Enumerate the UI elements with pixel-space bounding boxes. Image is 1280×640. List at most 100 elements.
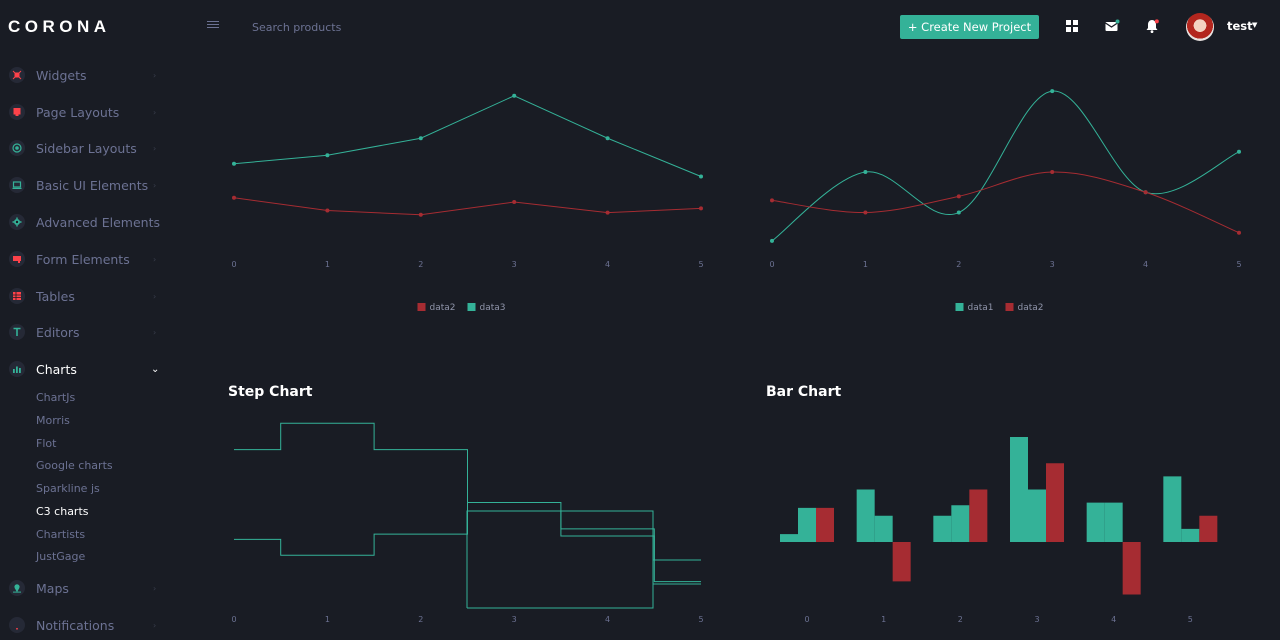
- submenu-item-c3-charts[interactable]: C3 charts: [36, 505, 89, 518]
- avatar[interactable]: [1186, 13, 1214, 41]
- sidebar-item-form-elements[interactable]: Form Elements ›: [0, 244, 170, 274]
- sidebar-item-label: Page Layouts: [36, 104, 120, 120]
- data-point-data2: [325, 208, 330, 213]
- legend-swatch: [467, 303, 476, 311]
- sidebar-item-label: Editors: [36, 324, 80, 340]
- sidebar-item-editors[interactable]: Editors ›: [0, 317, 170, 347]
- data-point-data3: [418, 136, 423, 141]
- submenu-item-chartjs[interactable]: ChartJs: [36, 391, 75, 404]
- spline-chart: 0 1 2 3 4 5 data1 data2: [769, 89, 1242, 313]
- app-root: CORONA Widgets › Page Layouts › Sidebar Layo…: [0, 0, 1280, 640]
- sidebar-item-maps[interactable]: Maps ›: [0, 573, 170, 603]
- legend-swatch: [417, 303, 426, 311]
- sidebar-item-label: Maps: [36, 580, 69, 596]
- chevron-down-icon: ⌄: [151, 363, 160, 375]
- data-point-data3: [605, 136, 610, 141]
- bar-data3: [874, 515, 893, 542]
- bar-data2: [1199, 515, 1218, 542]
- submenu-item-sparkline-js[interactable]: Sparkline js: [36, 482, 100, 495]
- sidebar-item-notifications[interactable]: Notifications ›: [0, 610, 170, 640]
- x-tick-label: 2: [418, 615, 423, 624]
- data-point-data2: [863, 210, 868, 215]
- bar-data2: [1122, 542, 1141, 595]
- submenu-item-flot[interactable]: Flot: [36, 437, 56, 450]
- x-tick-label: 1: [863, 260, 868, 269]
- bar-data1: [933, 515, 952, 542]
- x-tick-label: 1: [325, 615, 330, 624]
- step-line-tail: [653, 559, 701, 585]
- bar-data1: [1086, 502, 1105, 542]
- bar-data1: [1010, 437, 1028, 542]
- x-tick-label: 0: [231, 260, 236, 269]
- sidebar-item-basic-ui-elements[interactable]: Basic UI Elements ›: [0, 170, 170, 200]
- x-tick-label: 0: [769, 260, 774, 269]
- menu-toggle-button[interactable]: [207, 21, 219, 33]
- chevron-right-icon: ›: [153, 620, 157, 630]
- bar-data2: [1046, 463, 1064, 542]
- x-tick-label: 5: [1236, 260, 1241, 269]
- sidebar-item-widgets[interactable]: Widgets ›: [0, 60, 170, 90]
- sidebar-item-tables[interactable]: Tables ›: [0, 281, 170, 311]
- menu-icon-line: [207, 21, 219, 22]
- data-point-data2: [1237, 230, 1241, 235]
- user-name[interactable]: test: [1227, 19, 1253, 33]
- chevron-right-icon: ›: [153, 70, 157, 80]
- x-tick-label: 1: [881, 615, 886, 624]
- series-line-data1: [771, 90, 1240, 242]
- x-tick-label: 5: [698, 615, 703, 624]
- x-tick-label: 2: [956, 260, 961, 269]
- create-project-button[interactable]: + Create New Project: [900, 15, 1039, 39]
- grid-icon[interactable]: [1064, 18, 1080, 34]
- data-point-data2: [956, 194, 961, 199]
- sidebar-item-charts[interactable]: Charts ⌄: [0, 354, 170, 384]
- x-tick-label: 3: [512, 260, 517, 269]
- bar-data1: [780, 534, 798, 542]
- chart-icon: [9, 361, 25, 377]
- mail-icon[interactable]: [1104, 18, 1120, 34]
- submenu-item-chartists[interactable]: Chartists: [36, 528, 85, 541]
- data-point-data1: [1050, 89, 1055, 94]
- chevron-right-icon: ›: [153, 583, 157, 593]
- brand-logo[interactable]: CORONA: [8, 17, 111, 37]
- bar-data3: [1028, 489, 1046, 542]
- bug-icon: [9, 67, 25, 83]
- data-point-data2: [512, 200, 517, 204]
- chevron-down-icon[interactable]: ▼: [1252, 21, 1257, 29]
- data-point-data3: [512, 93, 517, 98]
- data-point-data2: [770, 198, 774, 203]
- text-icon: [9, 324, 25, 340]
- form-icon: [9, 251, 25, 267]
- legend-swatch: [1005, 303, 1014, 311]
- x-tick-label: 3: [1050, 260, 1055, 269]
- sidebar-item-sidebar-layouts[interactable]: Sidebar Layouts ›: [0, 133, 170, 163]
- legend-label: data1: [968, 303, 994, 313]
- chevron-right-icon: ›: [153, 143, 157, 153]
- submenu-item-google-charts[interactable]: Google charts: [36, 459, 113, 472]
- x-tick-label: 0: [231, 615, 236, 624]
- bar-chart-title: Bar Chart: [766, 384, 842, 400]
- x-tick-label: 3: [1034, 615, 1039, 624]
- step-chart-title: Step Chart: [228, 384, 313, 400]
- data-point-data2: [1050, 170, 1055, 175]
- legend-label: data2: [430, 303, 456, 313]
- bell-icon[interactable]: [1144, 18, 1160, 34]
- x-tick-label: 3: [512, 615, 517, 624]
- submenu-item-morris[interactable]: Morris: [36, 414, 70, 427]
- data-point-data1: [1237, 149, 1241, 154]
- laptop-icon: [9, 177, 25, 193]
- series-line-data3: [233, 95, 702, 177]
- bar-data1: [1163, 476, 1182, 542]
- topbar: + Create New Project test ▼: [178, 0, 1280, 54]
- x-tick-label: 4: [1143, 260, 1148, 269]
- data-point-data2: [1143, 190, 1148, 195]
- legend-label: data3: [480, 303, 506, 313]
- gear-icon: [9, 214, 25, 230]
- data-point-data1: [956, 210, 961, 215]
- x-tick-label: 2: [958, 615, 963, 624]
- data-point-data2: [605, 210, 610, 215]
- series-line-data2: [771, 171, 1240, 234]
- submenu-item-justgage[interactable]: JustGage: [36, 550, 85, 563]
- sidebar-item-advanced-elements[interactable]: Advanced Elements ›: [0, 207, 170, 237]
- sidebar-item-page-layouts[interactable]: Page Layouts ›: [0, 97, 170, 127]
- search-input[interactable]: [252, 16, 472, 38]
